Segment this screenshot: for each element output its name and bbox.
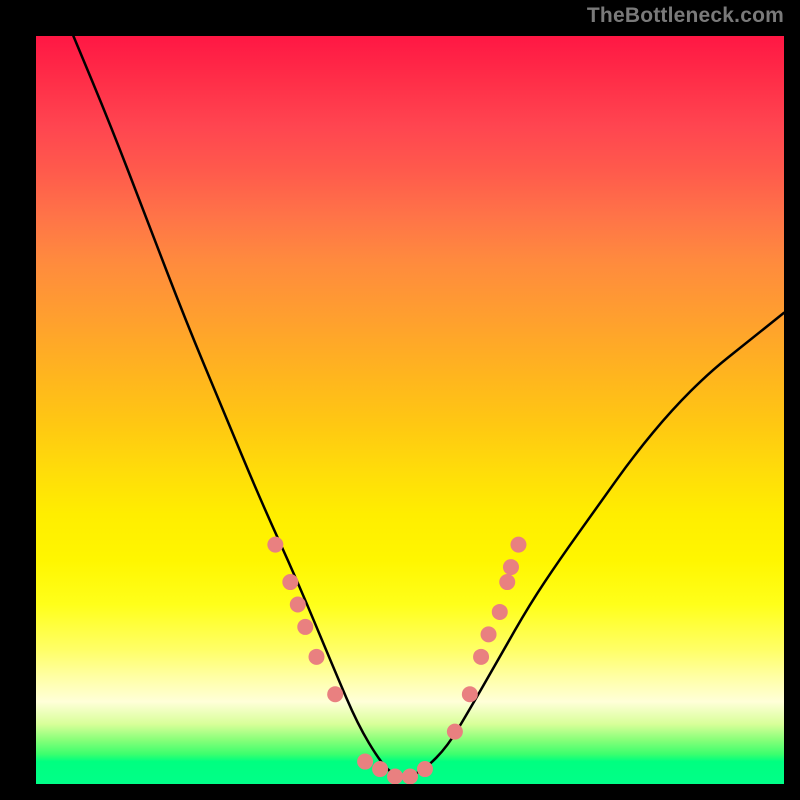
marker-dot: [503, 559, 519, 575]
attribution-watermark: TheBottleneck.com: [587, 4, 784, 28]
marker-dot: [357, 754, 373, 770]
marker-dot: [282, 574, 298, 590]
plot-area: [36, 36, 784, 784]
marker-dot: [499, 574, 515, 590]
marker-dot: [309, 649, 325, 665]
bottleneck-curve: [73, 36, 784, 777]
marker-dot: [447, 724, 463, 740]
marker-dot: [290, 596, 306, 612]
marker-dot: [402, 769, 418, 784]
marker-dot: [492, 604, 508, 620]
chart-frame: [10, 10, 790, 790]
marker-dot: [267, 537, 283, 553]
marker-dot: [327, 686, 343, 702]
marker-dot: [462, 686, 478, 702]
marker-dot: [417, 761, 433, 777]
marker-dot: [481, 626, 497, 642]
marker-dot: [372, 761, 388, 777]
marker-dot: [297, 619, 313, 635]
plot-svg: [36, 36, 784, 784]
marker-dot: [387, 769, 403, 784]
marker-dot: [510, 537, 526, 553]
data-markers: [267, 537, 526, 784]
marker-dot: [473, 649, 489, 665]
